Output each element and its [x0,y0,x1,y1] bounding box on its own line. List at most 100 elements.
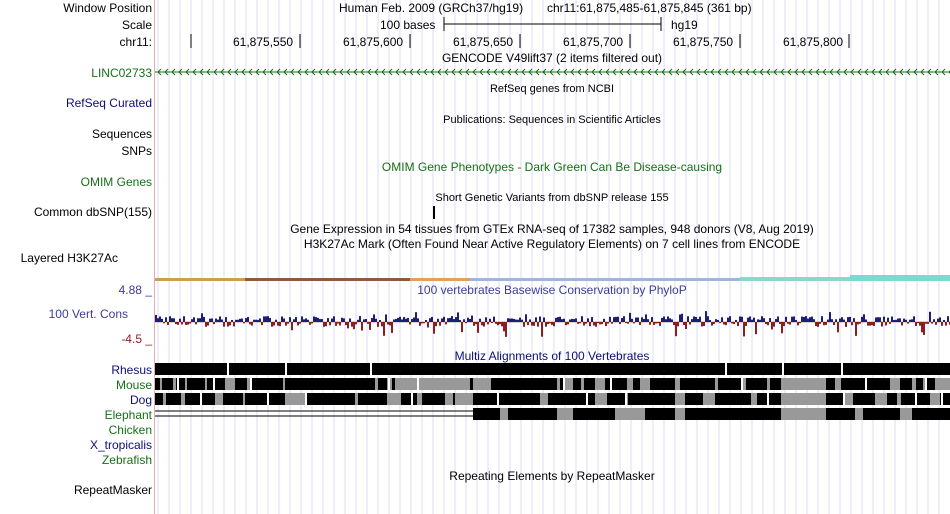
window-position-label: Window Position [63,1,152,15]
alignment-block [227,363,229,375]
alignment-block [417,393,422,405]
species-label-dog[interactable]: Dog [130,393,152,407]
alignment-block [675,378,680,390]
alignment-block [455,393,473,405]
alignment-block [473,408,950,420]
alignment-block [767,378,770,390]
alignment-block [912,378,916,390]
alignment-block [225,378,235,390]
alignment-block [267,393,269,405]
alignment-block [675,408,685,420]
alignment-block [782,363,784,375]
alignment-block [497,393,499,405]
species-label-zebrafish[interactable]: Zebrafish [102,453,152,467]
alignment-block [243,393,245,405]
alignment-block [163,393,166,405]
alignment-block [473,378,491,390]
alignment-block [417,378,419,390]
track-label-h3k27ac[interactable]: Layered H3K27Ac [21,251,118,265]
alignment-block [205,378,207,390]
track-label-repeatmasker[interactable]: RepeatMasker [74,483,152,497]
alignment-block [387,393,401,405]
alignment-block [640,378,650,390]
chromosome-label: chr11: [119,35,152,49]
alignment-block [865,378,867,390]
alignment-block [595,378,605,390]
alignment-block [855,408,863,420]
track-label-omim[interactable]: OMIM Genes [81,175,152,189]
alignment-block [185,378,187,390]
alignment-block [915,393,917,405]
alignment-block [375,378,378,390]
alignment-block [563,378,565,390]
alignment-block [703,393,715,405]
alignment-block [445,393,453,405]
alignment-block [181,393,185,405]
alignment-block [725,363,727,375]
alignment-block [283,378,285,390]
multiz-alignment-blocks[interactable] [155,0,950,440]
alignment-block [557,378,560,390]
alignment-block [841,363,843,375]
alignment-block [930,393,940,405]
alignment-block [610,378,612,390]
species-label-rhesus[interactable]: Rhesus [111,363,152,377]
alignment-block [595,393,607,405]
alignment-block [388,378,390,390]
track-label-gencode-gene[interactable]: LINC02733 [91,66,152,80]
scale-label: Scale [121,18,152,32]
alignment-block [557,408,573,420]
alignment-block [715,378,718,390]
alignment-block [835,378,841,390]
species-label-x-tropicalis[interactable]: X_tropicalis [90,438,152,452]
alignment-block [741,378,743,390]
alignment-block [581,378,584,390]
track-label-refseq[interactable]: RefSeq Curated [66,96,152,110]
alignment-block [213,378,215,390]
alignment-block [627,378,633,390]
alignment-block [200,393,202,405]
alignment-block [173,378,176,390]
species-label-chicken[interactable]: Chicken [109,423,152,437]
track-label-dbsnp[interactable]: Common dbSNP(155) [34,205,152,219]
alignment-block [925,378,927,390]
alignment-block [155,363,950,375]
alignment-block [155,393,950,405]
phylop-max-value: 4.88 _ [118,283,152,297]
alignment-block [767,393,769,405]
alignment-block [781,393,826,405]
alignment-block [177,378,179,390]
alignment-block [890,378,900,390]
track-label-column: Window Position Scale chr11: LINC02733 R… [0,0,155,514]
alignment-block [411,393,413,405]
alignment-block [250,378,252,390]
alignment-block [900,408,912,420]
alignment-block [425,378,455,390]
alignment-block [395,378,425,390]
alignment-block [941,393,943,405]
track-data-area[interactable]: Human Feb. 2009 (GRCh37/hg19) chr11:61,8… [155,0,950,514]
alignment-block [586,393,588,405]
species-label-elephant[interactable]: Elephant [105,408,152,422]
alignment-block [455,378,470,390]
track-label-sequences[interactable]: Sequences [92,127,152,141]
track-title-repeatmasker: Repeating Elements by RepeatMasker [449,469,655,483]
alignment-block [675,393,685,405]
alignment-block [540,393,548,405]
alignment-block [897,393,901,405]
track-label-phylop[interactable]: 100 Vert. Cons [49,307,128,321]
alignment-block [285,393,305,405]
genome-browser-image[interactable]: Window Position Scale chr11: LINC02733 R… [0,0,950,514]
alignment-block [500,408,508,420]
track-label-snps[interactable]: SNPs [121,144,152,158]
alignment-block [845,393,853,405]
alignment-block [155,378,950,390]
alignment-block [565,378,573,390]
alignment-block [615,408,645,420]
alignment-block [247,378,250,390]
species-label-mouse[interactable]: Mouse [116,378,152,392]
alignment-block [215,393,223,405]
alignment-block [355,393,358,405]
phylop-min-value: -4.5 _ [121,332,152,346]
alignment-block [875,393,887,405]
